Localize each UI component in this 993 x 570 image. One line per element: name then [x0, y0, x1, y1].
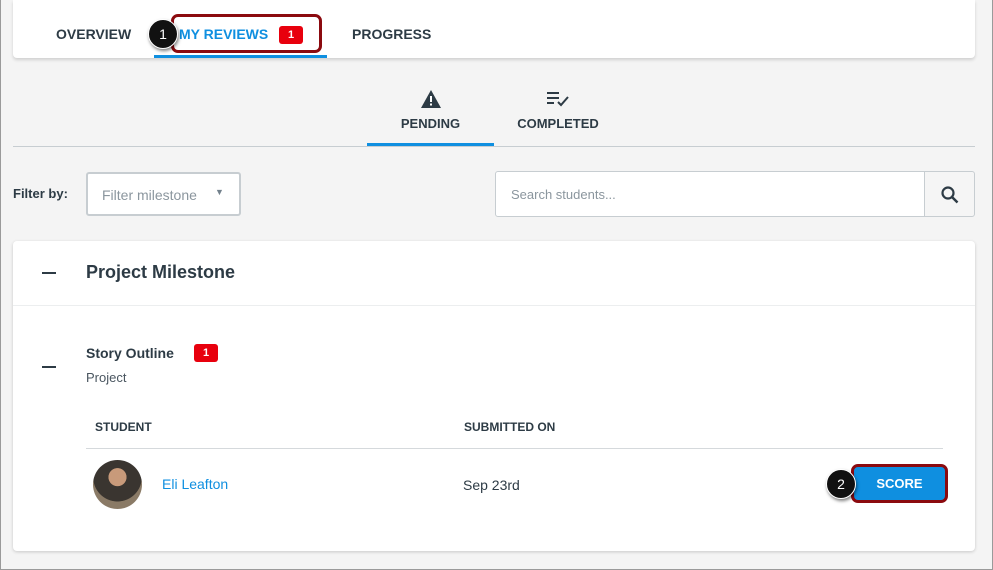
assignment-type: Project: [86, 370, 127, 385]
filter-milestone-select[interactable]: Filter milestone ▼: [86, 172, 241, 216]
warning-icon: [421, 90, 441, 108]
chevron-down-icon: ▼: [215, 187, 224, 197]
filter-label: Filter by:: [13, 186, 68, 201]
milestone-card: Project Milestone Story Outline 1 Projec…: [13, 241, 975, 551]
divider: [86, 448, 943, 449]
avatar: [93, 460, 142, 509]
student-name-link[interactable]: Eli Leafton: [162, 476, 228, 492]
divider: [13, 305, 975, 306]
tab-overview[interactable]: OVERVIEW: [56, 26, 131, 42]
collapse-assignment-icon[interactable]: [42, 366, 56, 368]
highlight-box: [171, 14, 322, 53]
search-button[interactable]: [924, 171, 975, 217]
subtab-pending[interactable]: PENDING: [367, 88, 494, 146]
tab-progress[interactable]: PROGRESS: [352, 26, 431, 42]
callout-2: 2: [826, 469, 856, 499]
assignment-title: Story Outline: [86, 345, 174, 361]
search-placeholder: Search students...: [511, 187, 616, 202]
callout-1: 1: [148, 19, 178, 49]
subtab-completed[interactable]: COMPLETED: [501, 88, 615, 146]
filter-placeholder: Filter milestone: [102, 187, 197, 203]
active-tab-indicator: [154, 55, 327, 58]
search-icon: [941, 186, 959, 204]
subtab-completed-label: COMPLETED: [517, 116, 599, 131]
submitted-date: Sep 23rd: [463, 477, 520, 493]
column-header-submitted: SUBMITTED ON: [464, 420, 556, 434]
score-button[interactable]: SCORE: [851, 464, 948, 503]
collapse-milestone-icon[interactable]: [42, 272, 56, 274]
list-check-icon: [547, 92, 569, 107]
column-header-student: STUDENT: [95, 420, 152, 434]
page: OVERVIEW MY REVIEWS 1 PROGRESS 1 PENDING…: [0, 0, 993, 570]
assignment-badge: 1: [194, 344, 218, 362]
search-students-input[interactable]: Search students...: [495, 171, 925, 217]
subtab-pending-label: PENDING: [400, 116, 461, 131]
milestone-title: Project Milestone: [86, 262, 236, 282]
divider: [13, 146, 975, 147]
